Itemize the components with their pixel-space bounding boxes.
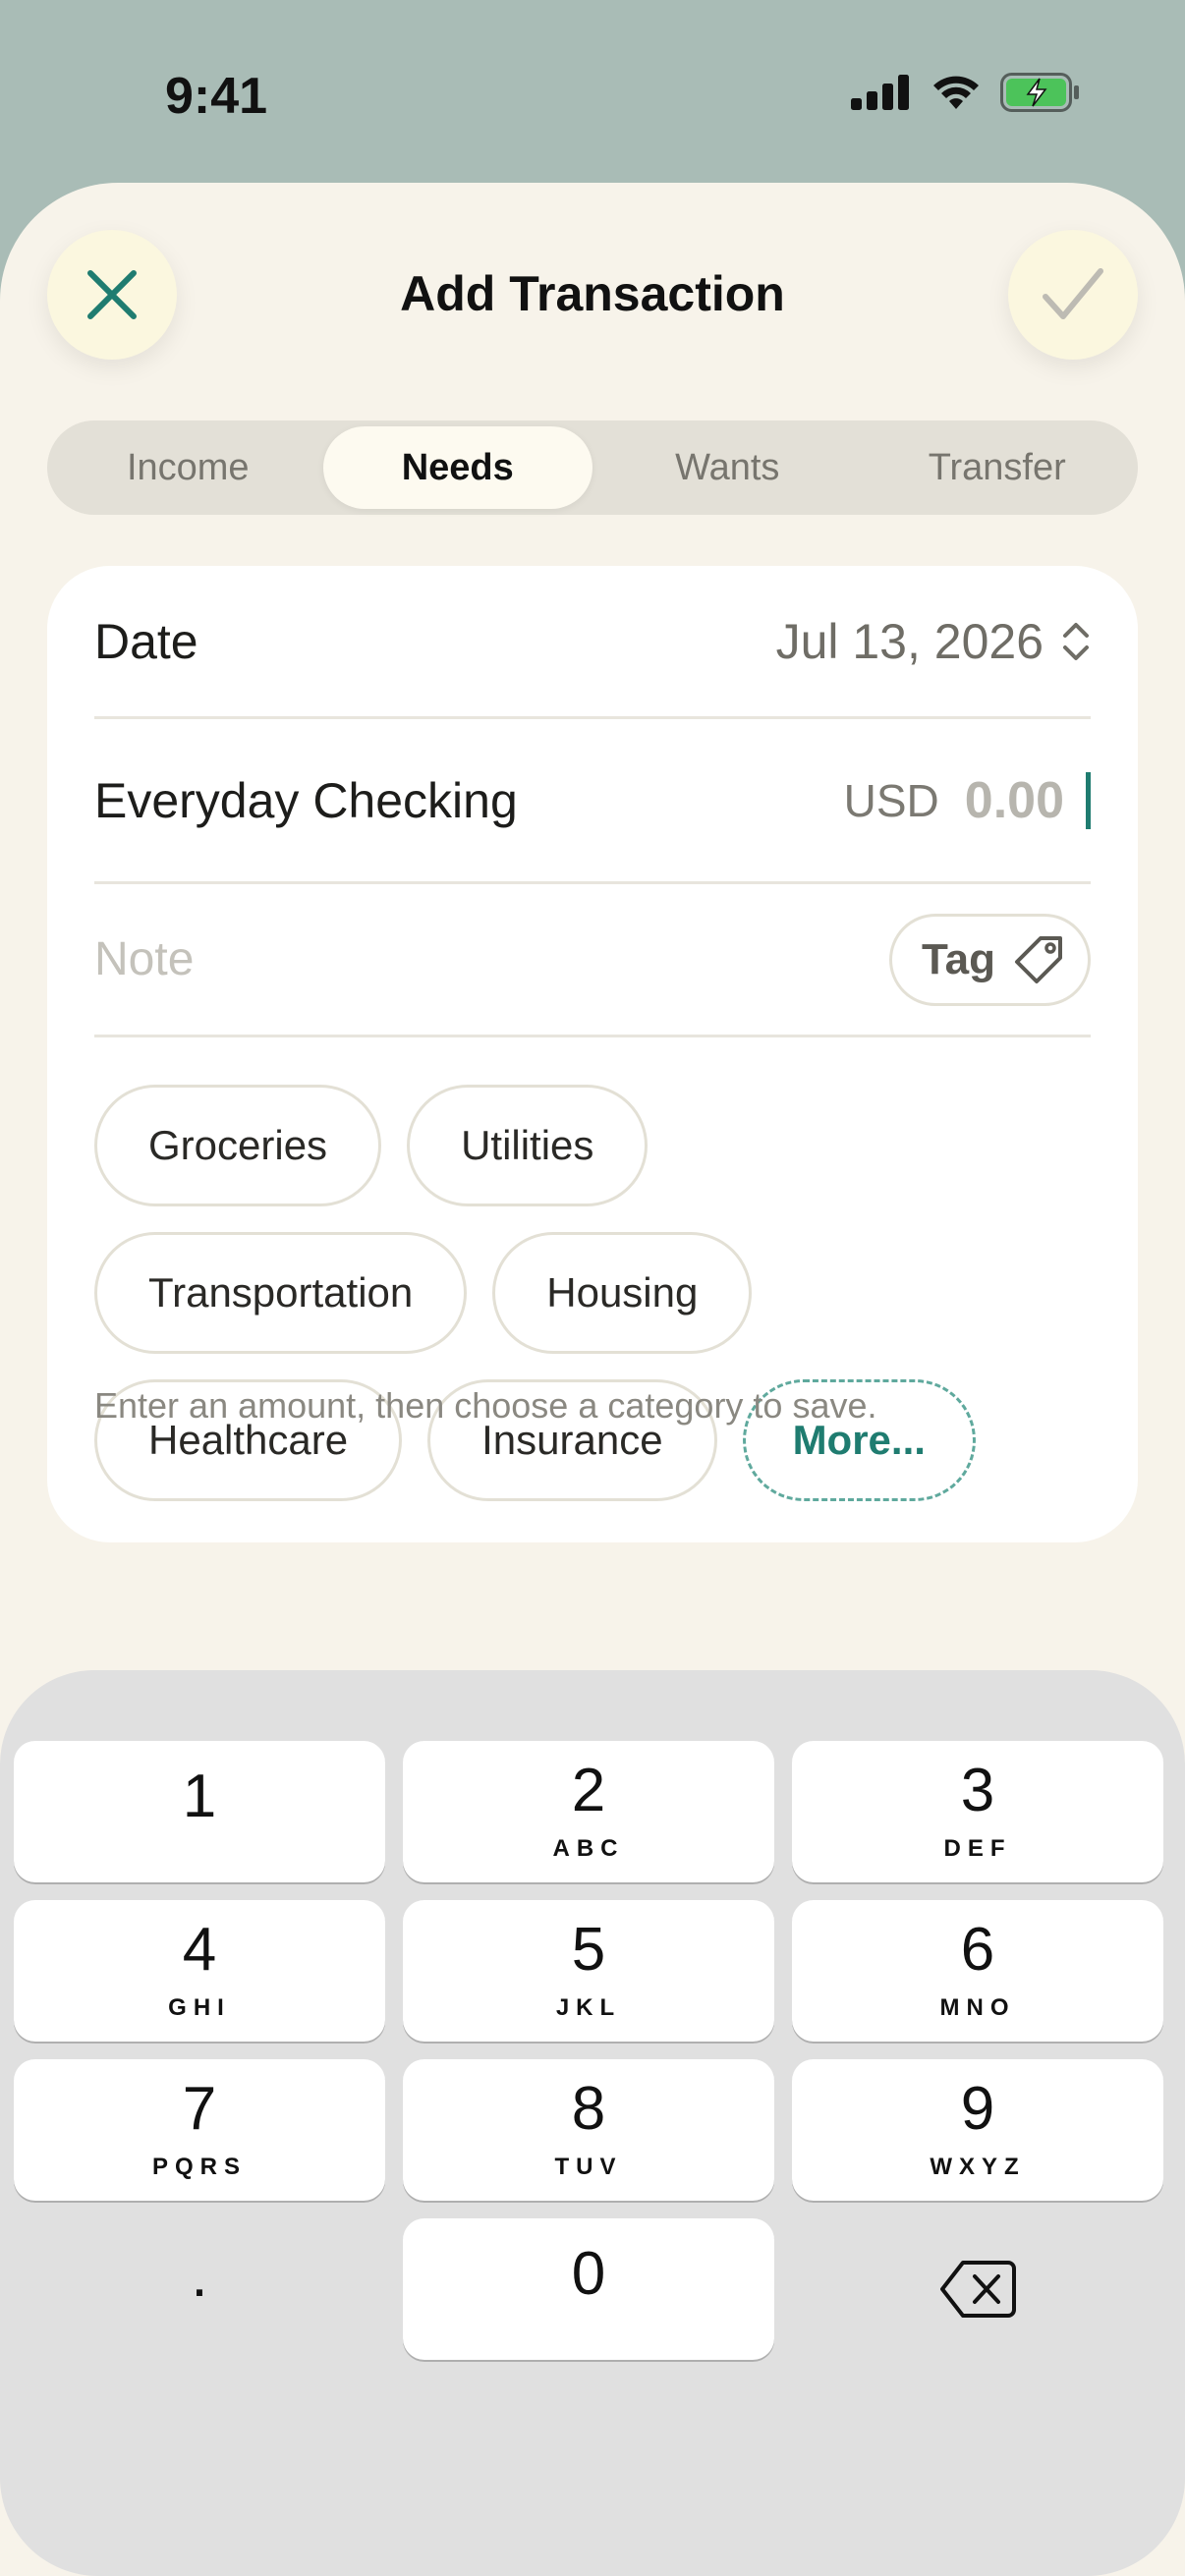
category-chip-housing[interactable]: Housing xyxy=(492,1232,753,1354)
key-digit: 7 xyxy=(182,2075,217,2143)
date-label: Date xyxy=(94,613,198,669)
account-label[interactable]: Everyday Checking xyxy=(94,772,518,829)
wifi-icon xyxy=(933,76,979,109)
date-row[interactable]: Date Jul 13, 2026 xyxy=(94,566,1091,719)
category-chips: Groceries Utilities Transportation Housi… xyxy=(94,1085,1091,1527)
key-backspace[interactable] xyxy=(792,2218,1163,2360)
key-letters: TUV xyxy=(554,2154,623,2180)
battery-charging-icon xyxy=(1000,73,1079,112)
key-4[interactable]: 4 GHI xyxy=(14,1900,385,2042)
checkmark-icon xyxy=(1043,268,1103,319)
key-9[interactable]: 9 WXYZ xyxy=(792,2059,1163,2201)
key-digit: 4 xyxy=(182,1916,217,1984)
key-decimal[interactable]: . xyxy=(14,2218,385,2360)
chevron-up-down-icon xyxy=(1063,622,1089,660)
tag-icon xyxy=(1015,935,1062,983)
key-digit: . xyxy=(191,2241,208,2310)
status-icons xyxy=(851,73,1081,112)
text-cursor xyxy=(1086,771,1091,829)
segment-wants[interactable]: Wants xyxy=(592,426,863,509)
category-chip-groceries[interactable]: Groceries xyxy=(94,1085,382,1206)
key-letters: GHI xyxy=(168,1994,231,2021)
key-letters: DEF xyxy=(943,1835,1012,1862)
key-6[interactable]: 6 MNO xyxy=(792,1900,1163,2042)
key-letters: JKL xyxy=(555,1994,622,2021)
key-digit: 8 xyxy=(571,2075,606,2143)
tag-button[interactable]: Tag xyxy=(889,913,1091,1006)
status-time: 9:41 xyxy=(165,68,268,125)
key-1[interactable]: 1 xyxy=(14,1741,385,1882)
backspace-icon xyxy=(940,2261,1016,2318)
segment-income[interactable]: Income xyxy=(53,426,323,509)
transaction-type-segmented-control: Income Needs Wants Transfer xyxy=(47,420,1138,515)
cellular-signal-icon xyxy=(851,75,909,110)
key-digit: 3 xyxy=(960,1757,995,1824)
hint-text: Enter an amount, then choose a category … xyxy=(94,1385,877,1426)
amount-field[interactable]: USD 0.00 xyxy=(844,771,1091,830)
amount-input[interactable]: 0.00 xyxy=(965,771,1064,830)
note-input[interactable]: Note xyxy=(94,932,194,986)
segment-transfer[interactable]: Transfer xyxy=(863,426,1133,509)
currency-label[interactable]: USD xyxy=(844,774,939,827)
key-digit: 0 xyxy=(571,2240,606,2308)
save-button[interactable] xyxy=(1008,230,1138,360)
key-digit: 6 xyxy=(960,1916,995,1984)
account-row[interactable]: Everyday Checking USD 0.00 xyxy=(94,719,1091,884)
key-5[interactable]: 5 JKL xyxy=(403,1900,774,2042)
key-7[interactable]: 7 PQRS xyxy=(14,2059,385,2201)
key-8[interactable]: 8 TUV xyxy=(403,2059,774,2201)
key-letters: ABC xyxy=(552,1835,625,1862)
key-digit: 5 xyxy=(571,1916,606,1984)
key-letters: WXYZ xyxy=(930,2154,1026,2180)
segment-needs[interactable]: Needs xyxy=(322,426,592,509)
status-bar: 9:41 xyxy=(0,0,1185,187)
category-chip-transportation[interactable]: Transportation xyxy=(94,1232,468,1354)
numeric-keypad: 1 2 ABC 3 DEF 4 GHI 5 JKL 6 MNO 7 PQRS 8… xyxy=(0,1670,1185,2576)
tag-label: Tag xyxy=(922,934,995,983)
category-chip-utilities[interactable]: Utilities xyxy=(407,1085,649,1206)
key-digit: 2 xyxy=(571,1757,606,1824)
date-picker[interactable]: Jul 13, 2026 xyxy=(776,613,1091,670)
key-2[interactable]: 2 ABC xyxy=(403,1741,774,1882)
key-letters: PQRS xyxy=(151,2154,247,2180)
key-digit: 1 xyxy=(182,1763,217,1830)
key-letters: MNO xyxy=(939,1994,1016,2021)
key-0[interactable]: 0 xyxy=(403,2218,774,2360)
key-3[interactable]: 3 DEF xyxy=(792,1741,1163,1882)
key-digit: 9 xyxy=(960,2075,995,2143)
date-value: Jul 13, 2026 xyxy=(775,613,1044,669)
note-row: Note Tag xyxy=(94,884,1091,1037)
